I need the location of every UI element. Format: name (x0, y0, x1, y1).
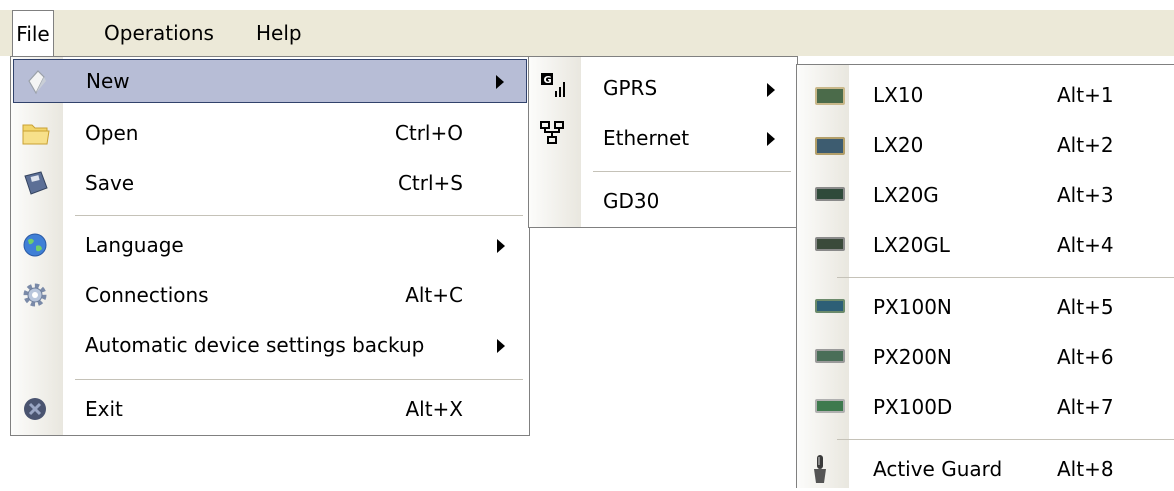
board-shape (815, 237, 845, 251)
menu-item-label: Exit (85, 397, 123, 421)
gprs-signal-icon: G (537, 71, 571, 101)
board-shape (815, 299, 845, 313)
menu-separator (75, 379, 523, 380)
menu-item-gd30[interactable]: GD30 (531, 179, 795, 223)
menu-item-label: Ethernet (603, 126, 690, 150)
board-shape (815, 87, 845, 105)
device-board-icon (805, 179, 845, 209)
submenu-arrow-icon (767, 83, 775, 97)
menu-item-save[interactable]: Save Ctrl+S (13, 161, 527, 205)
menu-item-label: PX200N (873, 345, 952, 369)
sensor-probe-icon (805, 451, 839, 483)
menu-item-shortcut: Alt+5 (1057, 295, 1114, 319)
menu-item-shortcut: Ctrl+O (394, 121, 463, 145)
menu-item-shortcut: Alt+C (405, 283, 463, 307)
board-shape (815, 187, 845, 201)
menu-file[interactable]: File (12, 10, 54, 56)
device-board-icon (805, 391, 845, 421)
menu-item-label: New (86, 69, 130, 93)
menu-item-label: Active Guard (873, 457, 1003, 481)
menu-bar: File Operations Help (0, 10, 1174, 56)
menu-item-label: LX20GL (873, 233, 950, 257)
exit-icon (19, 394, 53, 424)
device-board-icon (805, 341, 845, 371)
menu-item-shortcut: Ctrl+S (397, 171, 463, 195)
menu-item-open[interactable]: Open Ctrl+O (13, 111, 527, 155)
menu-separator (837, 277, 1174, 278)
device-board-icon (805, 229, 845, 259)
device-board-icon (805, 129, 845, 159)
menu-item-language[interactable]: Language (13, 223, 527, 267)
menu-item-shortcut: Alt+X (405, 397, 463, 421)
file-menu: New Open Ctrl+O Save Ctrl+S Language Con… (10, 56, 530, 436)
menu-item-label: LX20 (873, 133, 924, 157)
menu-item-new[interactable]: New (13, 59, 527, 103)
menu-item-label: LX10 (873, 83, 924, 107)
board-shape (815, 137, 845, 155)
folder-icon (19, 118, 53, 148)
menu-item-px100n[interactable]: PX100N Alt+5 (799, 285, 1172, 329)
floppy-disk-icon (19, 168, 53, 198)
menu-separator (593, 171, 791, 172)
menu-item-connections[interactable]: Connections Alt+C (13, 273, 527, 317)
menu-item-lx20g[interactable]: LX20G Alt+3 (799, 173, 1172, 217)
menu-item-label: GPRS (603, 76, 658, 100)
menu-item-label: Save (85, 171, 135, 195)
device-submenu: LX10 Alt+1 LX20 Alt+2 LX20G Alt+3 LX20GL… (796, 64, 1174, 488)
menu-item-shortcut: Alt+2 (1057, 133, 1114, 157)
menu-help[interactable]: Help (244, 10, 314, 56)
menu-item-label: LX20G (873, 183, 939, 207)
menu-item-label: PX100D (873, 395, 953, 419)
board-shape (815, 349, 845, 363)
menu-item-shortcut: Alt+6 (1057, 345, 1114, 369)
device-board-icon (805, 79, 845, 109)
new-submenu: G GPRS Ethernet GD30 (528, 56, 798, 228)
submenu-arrow-icon (496, 75, 504, 89)
menu-item-ethernet[interactable]: Ethernet (531, 117, 795, 161)
svg-text:G: G (544, 75, 552, 86)
menu-item-shortcut: Alt+8 (1057, 457, 1114, 481)
menu-operations[interactable]: Operations (92, 10, 226, 56)
globe-icon (19, 230, 53, 260)
menu-item-lx20[interactable]: LX20 Alt+2 (799, 123, 1172, 167)
menu-item-px200n[interactable]: PX200N Alt+6 (799, 335, 1172, 379)
gear-icon (19, 280, 53, 310)
menu-item-label: Language (85, 233, 184, 257)
menu-item-label: GD30 (603, 189, 660, 213)
new-document-icon (20, 67, 54, 97)
menu-separator (75, 215, 523, 216)
menu-item-shortcut: Alt+7 (1057, 395, 1114, 419)
submenu-arrow-icon (767, 132, 775, 146)
menu-item-label: PX100N (873, 295, 952, 319)
menu-item-active-guard[interactable]: Active Guard Alt+8 (799, 447, 1172, 491)
network-icon (537, 119, 571, 149)
menu-item-label: Connections (85, 283, 209, 307)
menu-item-auto-backup[interactable]: Automatic device settings backup (13, 323, 527, 367)
board-shape (815, 399, 845, 413)
menu-separator (837, 439, 1174, 440)
menu-item-px100d[interactable]: PX100D Alt+7 (799, 385, 1172, 429)
menu-item-shortcut: Alt+3 (1057, 183, 1114, 207)
menu-item-lx10[interactable]: LX10 Alt+1 (799, 73, 1172, 117)
device-board-icon (805, 291, 845, 321)
menu-item-lx20gl[interactable]: LX20GL Alt+4 (799, 223, 1172, 267)
submenu-arrow-icon (497, 239, 505, 253)
submenu-arrow-icon (497, 339, 505, 353)
menu-item-shortcut: Alt+1 (1057, 83, 1114, 107)
menu-item-gprs[interactable]: G GPRS (531, 67, 795, 111)
menu-item-label: Open (85, 121, 139, 145)
menu-item-shortcut: Alt+4 (1057, 233, 1114, 257)
menu-item-label: Automatic device settings backup (85, 333, 425, 357)
menu-item-exit[interactable]: Exit Alt+X (13, 387, 527, 431)
